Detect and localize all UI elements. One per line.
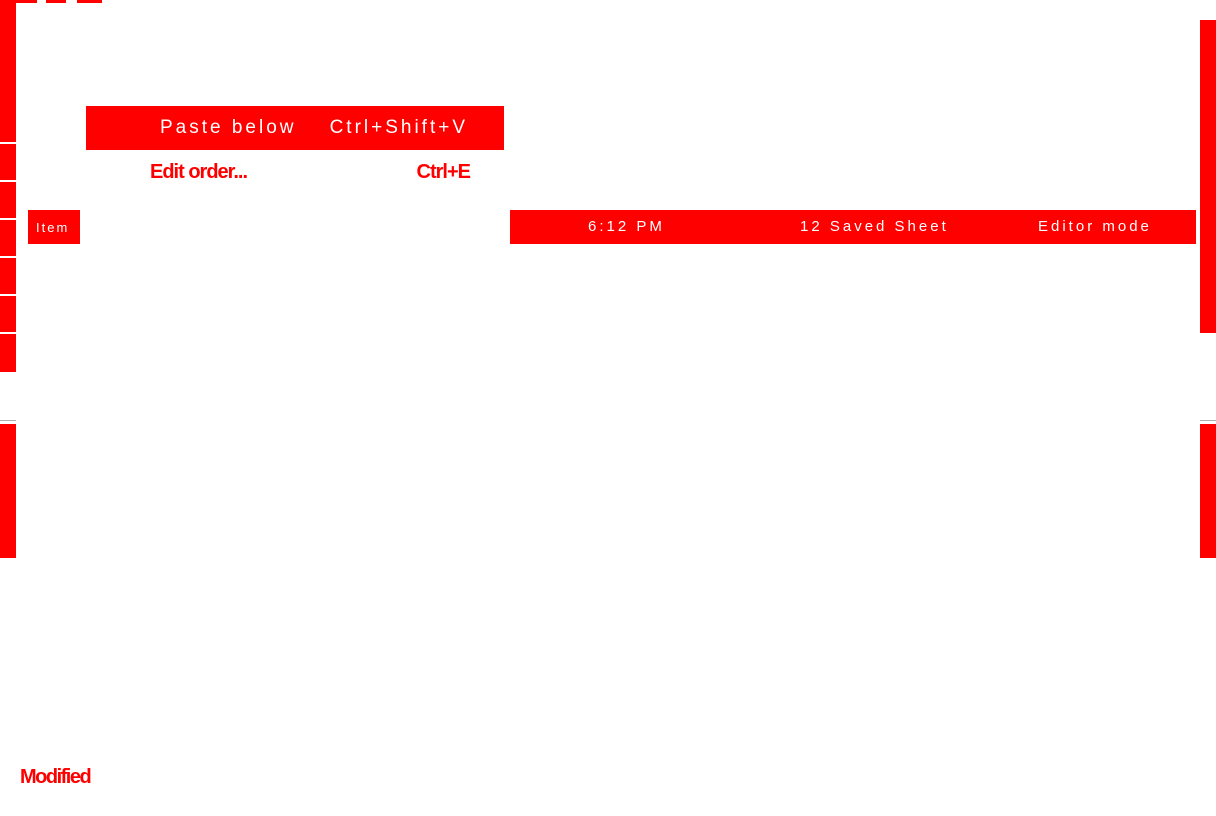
top-tab-mark-3[interactable] [77, 0, 102, 3]
toolbar-item-button[interactable]: Item [28, 210, 80, 244]
menu-item-shortcut: Ctrl+Shift+V [329, 117, 468, 138]
left-strip-divider [0, 332, 16, 334]
menu-item-label: Edit order... [150, 160, 248, 183]
left-sidebar-strip [0, 0, 16, 372]
top-tab-mark-2[interactable] [46, 0, 66, 3]
left-strip-divider [0, 218, 16, 220]
left-strip-divider [0, 294, 16, 296]
menu-item-paste-below[interactable]: Paste below Ctrl+Shift+V [86, 106, 504, 150]
toolbar-item-label: Item [36, 219, 70, 235]
menu-item-label: Paste below [160, 117, 297, 138]
left-lower-strip [0, 424, 16, 558]
status-band: 6:12 PM 12 Saved Sheet Editor mode [510, 210, 1196, 244]
left-strip-divider [0, 142, 16, 144]
status-modified-label: Modified [20, 766, 92, 788]
band-label-sheet: 12 Saved Sheet [800, 218, 949, 235]
band-label-mode: Editor mode [1038, 218, 1152, 235]
right-lower-strip [1200, 424, 1216, 558]
menu-item-edit-order[interactable]: Edit order... Ctrl+E [86, 150, 504, 194]
menu-item-shortcut: Ctrl+E [416, 160, 471, 183]
right-divider-line [1200, 420, 1216, 421]
left-strip-divider [0, 256, 16, 258]
left-strip-divider [0, 180, 16, 182]
band-label-time: 6:12 PM [588, 218, 665, 235]
right-scrollbar-strip[interactable] [1200, 20, 1216, 333]
top-tab-mark-1[interactable] [15, 0, 37, 3]
left-divider-line [0, 420, 16, 421]
